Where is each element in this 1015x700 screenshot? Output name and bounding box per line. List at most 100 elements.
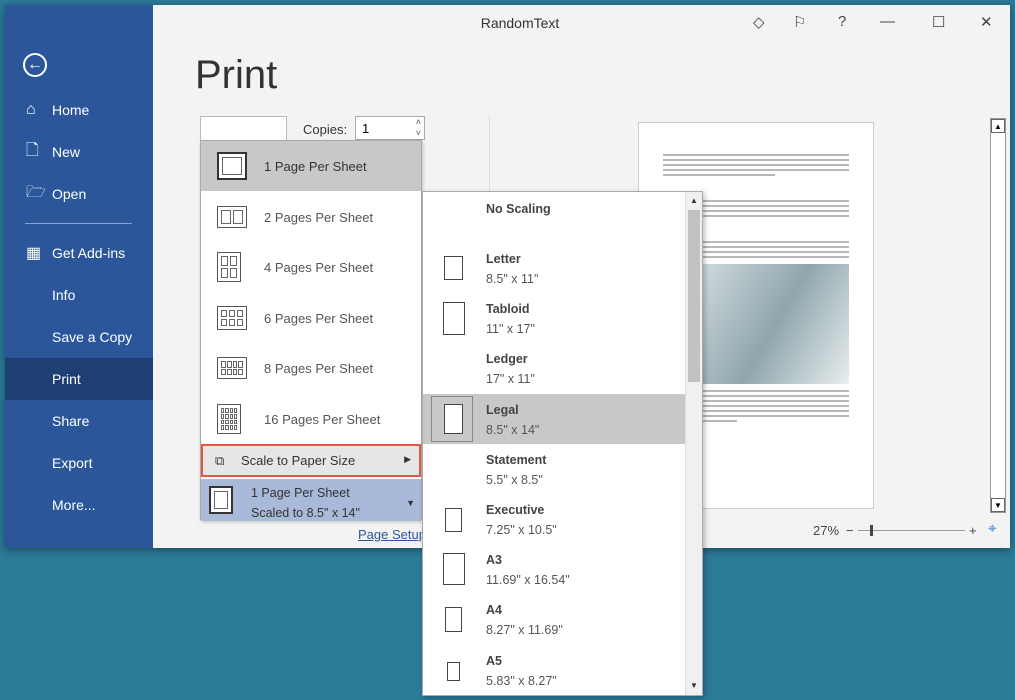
copies-value: 1 [362,121,370,136]
paper-shape-icon [444,404,463,434]
sidebar-item-label: Open [52,186,87,202]
scroll-down-icon[interactable]: ▼ [991,498,1005,512]
scroll-up-icon[interactable]: ▲ [991,119,1005,133]
folder-open-icon: 🗁 [26,183,46,201]
sidebar-item-share[interactable]: Share [5,401,153,441]
maximize-icon[interactable]: ☐ [932,13,945,31]
scroll-up-icon[interactable]: ▲ [687,194,701,208]
menu-item-16-pages[interactable]: 16 Pages Per Sheet [201,394,421,444]
paper-shape-icon [444,256,463,280]
sidebar-item-label: More... [52,497,96,513]
paper-dims: 8.5" x 11" [486,272,539,286]
sidebar-item-label: Info [52,287,76,303]
eight-pages-icon [217,357,247,379]
paper-dims: 5.83" x 8.27" [486,674,557,688]
sidebar-item-info[interactable]: Info [5,275,153,315]
two-pages-icon [217,206,247,228]
six-pages-icon [217,306,247,330]
menu-item-label: 6 Pages Per Sheet [264,310,374,326]
paper-item-letter[interactable]: Letter 8.5" x 11" [423,243,685,293]
sidebar-item-save-a-copy[interactable]: Save a Copy [5,317,153,357]
zoom-to-page-icon[interactable]: ⌖ [988,520,996,537]
menu-item-label: 4 Pages Per Sheet [264,259,374,275]
menu-item-label: 2 Pages Per Sheet [264,209,374,225]
sidebar-divider [25,223,132,224]
one-page-icon [217,152,247,180]
page-title: Print [195,53,278,97]
paper-dims: 8.27" x 11.69" [486,623,563,637]
four-pages-icon [217,252,241,282]
paper-shape-icon [447,662,460,681]
copies-label: Copies: [303,122,348,137]
sidebar-item-label: Print [52,371,81,387]
scrollbar-thumb[interactable] [688,210,700,382]
pages-per-sheet-dropdown[interactable]: 1 Page Per Sheet Scaled to 8.5" x 14" ▼ [201,479,421,521]
back-arrow-icon[interactable]: ← [23,53,47,77]
paper-dims: 8.5" x 14" [486,423,540,437]
paper-item-executive[interactable]: Executive 7.25" x 10.5" [423,494,685,544]
paper-item-a4[interactable]: A4 8.27" x 11.69" [423,594,685,644]
sidebar-item-get-add-ins[interactable]: ▦ Get Add-ins [5,233,153,273]
minimize-icon[interactable]: — [880,13,895,30]
paper-name: Statement [486,453,547,467]
copies-input[interactable]: 1 ˄ ˅ [355,116,425,140]
menu-item-4-pages[interactable]: 4 Pages Per Sheet [201,242,421,292]
menu-item-8-pages[interactable]: 8 Pages Per Sheet [201,343,421,393]
paper-item-a5[interactable]: A5 5.83" x 8.27" [423,645,685,695]
menu-item-1-page[interactable]: 1 Page Per Sheet [201,141,421,191]
add-ins-icon: ▦ [26,245,42,262]
menu-item-label: 8 Pages Per Sheet [264,360,374,376]
backstage-sidebar: ← ⌂ Home 🗋 New 🗁 Open ▦ Get Add-ins Info Sav… [5,5,153,548]
paper-item-legal[interactable]: Legal 8.5" x 14" [423,394,685,444]
sidebar-item-more[interactable]: More... [5,485,153,525]
paper-menu-scrollbar[interactable]: ▲ ▼ [685,192,702,695]
paper-item-statement[interactable]: Statement 5.5" x 8.5" [423,444,685,494]
preview-scrollbar[interactable]: ▲ ▼ [990,118,1006,513]
menu-item-2-pages[interactable]: 2 Pages Per Sheet [201,192,421,242]
paper-name: Tabloid [486,302,530,316]
paper-dims: 17" x 11" [486,372,535,386]
window-title: RandomText [480,15,560,31]
zoom-slider-thumb[interactable] [870,525,873,536]
paper-shape-icon [443,302,465,335]
paper-name: No Scaling [486,202,551,216]
menu-item-6-pages[interactable]: 6 Pages Per Sheet [201,293,421,343]
sidebar-item-print[interactable]: Print [5,358,153,400]
paper-dims: 11.69" x 16.54" [486,573,570,587]
sidebar-item-label: Export [52,455,93,471]
help-icon[interactable]: ? [838,13,846,30]
sidebar-item-label: Home [52,102,90,118]
scale-icon: ⧉ [215,453,225,468]
sidebar-item-label: New [52,144,81,160]
sidebar-item-new[interactable]: 🗋 New [5,132,153,172]
zoom-in-button[interactable]: + [969,523,977,538]
paper-name: A5 [486,654,502,668]
paper-item-ledger[interactable]: Ledger 17" x 11" [423,343,685,393]
feedback-icon[interactable]: ⚐ [793,13,806,31]
scale-to-paper-size-item[interactable]: ⧉ Scale to Paper Size ▶ [201,444,421,477]
pages-per-sheet-menu: 1 Page Per Sheet 2 Pages Per Sheet 4 Pag… [200,140,422,521]
paper-item-no-scaling[interactable]: No Scaling [423,193,685,243]
sidebar-item-home[interactable]: ⌂ Home [5,90,153,130]
zoom-slider[interactable] [858,525,965,536]
paper-size-submenu: No Scaling Letter 8.5" x 11" Tabloid 11" x… [422,191,703,696]
paper-dims: 5.5" x 8.5" [486,473,543,487]
dropdown-line2: Scaled to 8.5" x 14" [251,506,360,520]
paper-shape-icon [445,508,462,532]
paper-item-tabloid[interactable]: Tabloid 11" x 17" [423,293,685,343]
copies-spinner[interactable]: ˄ ˅ [416,117,421,139]
paper-name: A4 [486,603,502,617]
diamond-icon[interactable]: ◇ [753,13,765,31]
sidebar-item-export[interactable]: Export [5,443,153,483]
new-document-icon: 🗋 [26,141,39,159]
sidebar-item-label: Save a Copy [52,329,133,345]
zoom-out-button[interactable]: − [846,523,854,538]
paper-item-a3[interactable]: A3 11.69" x 16.54" [423,544,685,594]
paper-shape-icon [445,607,462,632]
paper-name: Ledger [486,352,528,366]
page-setup-link[interactable]: Page Setup [358,527,426,542]
scroll-down-icon[interactable]: ▼ [687,679,701,693]
dropdown-line1: 1 Page Per Sheet [251,486,350,500]
sidebar-item-open[interactable]: 🗁 Open [5,174,153,214]
close-icon[interactable]: ✕ [980,13,993,31]
